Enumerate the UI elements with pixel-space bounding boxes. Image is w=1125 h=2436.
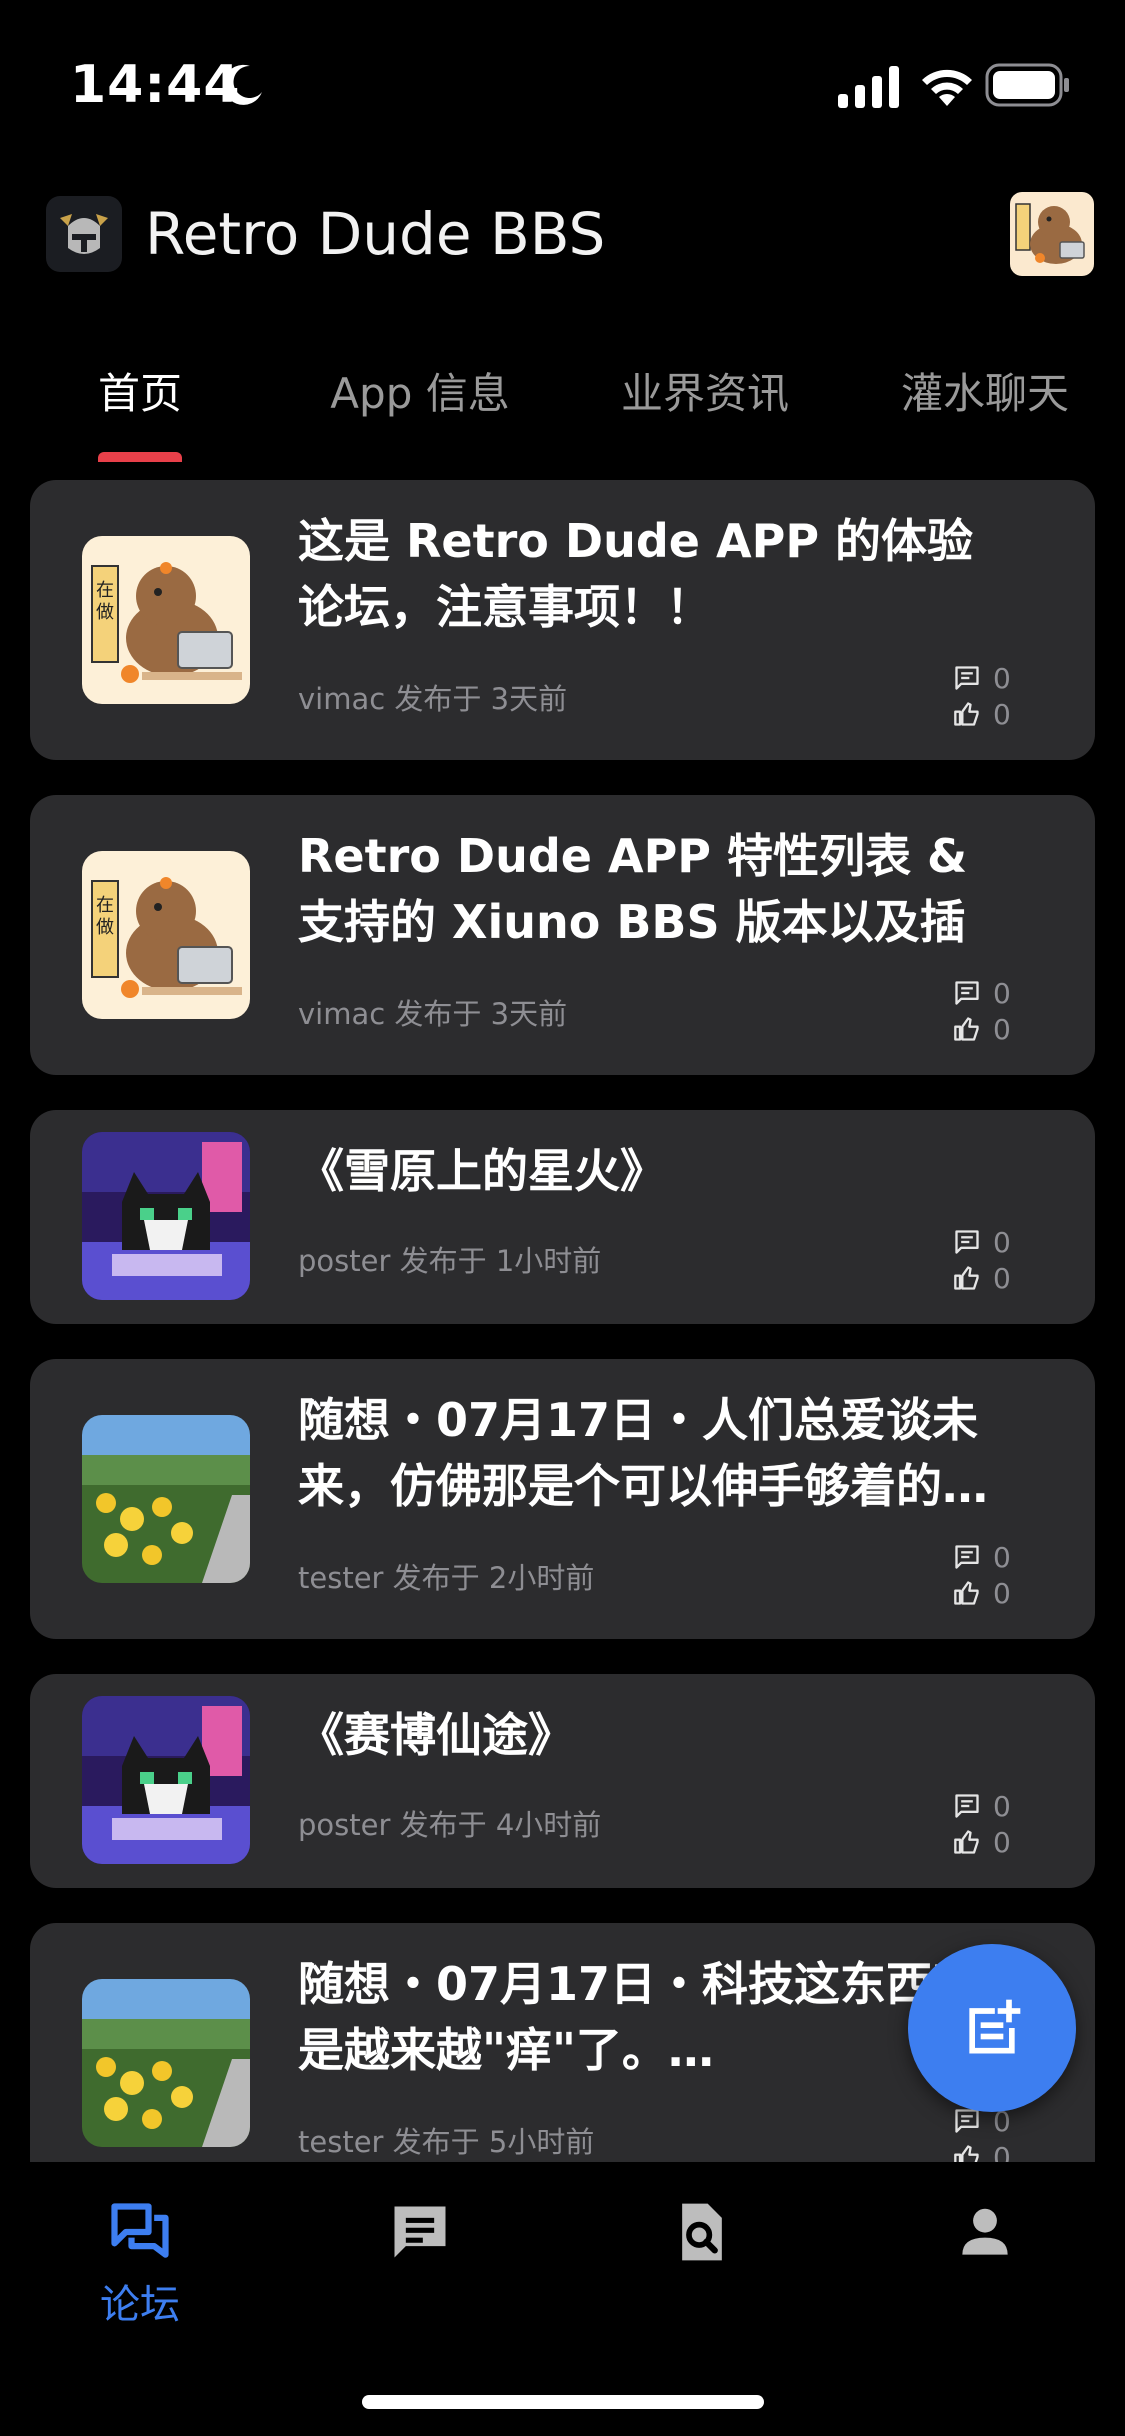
like-icon[interactable] bbox=[953, 1264, 981, 1292]
nav-profile[interactable] bbox=[895, 2184, 1075, 2334]
pixel-cat-thumbnail bbox=[82, 1132, 250, 1300]
like-count: 0 bbox=[993, 1261, 1011, 1295]
app-title: Retro Dude BBS bbox=[145, 200, 606, 268]
like-count: 0 bbox=[993, 1825, 1011, 1859]
home-indicator[interactable] bbox=[362, 2395, 764, 2409]
post-title[interactable]: 《赛博仙途》 bbox=[298, 1702, 1018, 1768]
person-icon bbox=[962, 2208, 1008, 2255]
svg-text:做: 做 bbox=[96, 917, 114, 938]
post-meta: vimac 发布于 3天前 bbox=[298, 997, 568, 1031]
new-post-icon bbox=[969, 1999, 1021, 2054]
nav-forum[interactable]: 论坛 bbox=[50, 2184, 230, 2334]
status-bar: 14:44 bbox=[0, 0, 1125, 170]
nav-search[interactable] bbox=[612, 2184, 792, 2334]
svg-text:做: 做 bbox=[96, 602, 114, 623]
tab-indicator bbox=[98, 452, 182, 462]
comment-icon bbox=[955, 2109, 979, 2133]
like-count: 0 bbox=[993, 1012, 1011, 1046]
post-meta: poster 发布于 1小时前 bbox=[298, 1244, 602, 1278]
post-title[interactable]: 这是 Retro Dude APP 的体验论坛，注意事项！！ bbox=[298, 508, 1018, 640]
like-icon[interactable] bbox=[953, 1579, 981, 1607]
app-header: Retro Dude BBS bbox=[0, 180, 1125, 290]
battery-icon bbox=[985, 63, 1069, 107]
post-stats: 0 0 bbox=[953, 975, 1017, 1047]
comment-icon bbox=[955, 666, 979, 690]
signal-icon bbox=[838, 66, 899, 108]
comment-icon bbox=[955, 1794, 979, 1818]
post-card[interactable]: 随想・07月17日・人们总爱谈未来，仿佛那是个可以伸手够着的… tester 发… bbox=[30, 1359, 1095, 1639]
svg-text:在: 在 bbox=[96, 580, 114, 601]
status-time: 14:44 bbox=[70, 55, 241, 115]
flowers-thumbnail bbox=[82, 1415, 250, 1583]
like-count: 0 bbox=[993, 1576, 1011, 1610]
post-card[interactable]: 在 做 这是 Retro Dude APP 的体验论坛，注意事项！！ vimac… bbox=[30, 480, 1095, 760]
post-title[interactable]: Retro Dude APP 特性列表 & 支持的 Xiuno BBS 版本以及… bbox=[298, 823, 1018, 955]
comment-icon bbox=[955, 1230, 979, 1254]
like-icon[interactable] bbox=[953, 1828, 981, 1856]
pixel-cat-thumbnail bbox=[82, 1696, 250, 1864]
post-stats: 0 0 bbox=[953, 1224, 1017, 1296]
wifi-icon bbox=[922, 69, 972, 106]
tab-app-info[interactable]: App 信息 bbox=[315, 360, 525, 462]
helmet-logo-icon bbox=[46, 196, 122, 272]
post-meta: tester 发布于 2小时前 bbox=[298, 1561, 595, 1595]
comment-count: 0 bbox=[993, 1789, 1011, 1823]
tab-chat[interactable]: 灌水聊天 bbox=[880, 360, 1090, 462]
user-avatar[interactable] bbox=[1010, 192, 1094, 276]
like-icon[interactable] bbox=[953, 1015, 981, 1043]
like-count: 0 bbox=[993, 697, 1011, 731]
moon-icon bbox=[223, 64, 262, 105]
tab-home[interactable]: 首页 bbox=[70, 360, 210, 462]
post-title[interactable]: 《雪原上的星火》 bbox=[298, 1138, 1018, 1204]
svg-text:在: 在 bbox=[96, 895, 114, 916]
post-stats: 0 0 bbox=[953, 2103, 1017, 2162]
post-stats: 0 0 bbox=[953, 660, 1017, 732]
post-meta: tester 发布于 5小时前 bbox=[298, 2125, 595, 2159]
capybara-thumbnail: 在 做 bbox=[82, 851, 250, 1019]
comment-count: 0 bbox=[993, 661, 1011, 695]
post-title[interactable]: 随想・07月17日・人们总爱谈未来，仿佛那是个可以伸手够着的… bbox=[298, 1387, 1018, 1519]
post-meta: vimac 发布于 3天前 bbox=[298, 682, 568, 716]
post-stats: 0 0 bbox=[953, 1539, 1017, 1611]
forum-icon bbox=[111, 2203, 169, 2258]
comment-count: 0 bbox=[993, 976, 1011, 1010]
tab-bar: 首页 App 信息 业界资讯 灌水聊天 bbox=[0, 340, 1125, 462]
message-icon bbox=[394, 2206, 446, 2258]
comment-count: 0 bbox=[993, 1225, 1011, 1259]
screen: 14:44 Retro Dude BBS 首页 App 信息 业界资讯 灌水聊天… bbox=[0, 0, 1125, 2436]
post-card[interactable]: 在 做 Retro Dude APP 特性列表 & 支持的 Xiuno BBS … bbox=[30, 795, 1095, 1075]
nav-messages[interactable] bbox=[330, 2184, 510, 2334]
new-post-button[interactable] bbox=[908, 1944, 1076, 2112]
capybara-thumbnail: 在 做 bbox=[82, 536, 250, 704]
post-card[interactable]: 《雪原上的星火》 poster 发布于 1小时前 0 0 bbox=[30, 1110, 1095, 1324]
comment-icon bbox=[955, 981, 979, 1005]
like-icon[interactable] bbox=[953, 700, 981, 728]
nav-forum-label: 论坛 bbox=[100, 2282, 180, 2328]
post-list[interactable]: 在 做 这是 Retro Dude APP 的体验论坛，注意事项！！ vimac… bbox=[0, 470, 1125, 2162]
flowers-thumbnail bbox=[82, 1979, 250, 2147]
post-card[interactable]: 《赛博仙途》 poster 发布于 4小时前 0 0 bbox=[30, 1674, 1095, 1888]
post-stats: 0 0 bbox=[953, 1788, 1017, 1860]
tab-industry-news[interactable]: 业界资讯 bbox=[600, 360, 810, 462]
search-doc-icon bbox=[682, 2203, 722, 2261]
like-count: 0 bbox=[993, 2140, 1011, 2163]
like-icon[interactable] bbox=[953, 2143, 981, 2162]
comment-icon bbox=[955, 1545, 979, 1569]
comment-count: 0 bbox=[993, 1540, 1011, 1574]
post-meta: poster 发布于 4小时前 bbox=[298, 1808, 602, 1842]
